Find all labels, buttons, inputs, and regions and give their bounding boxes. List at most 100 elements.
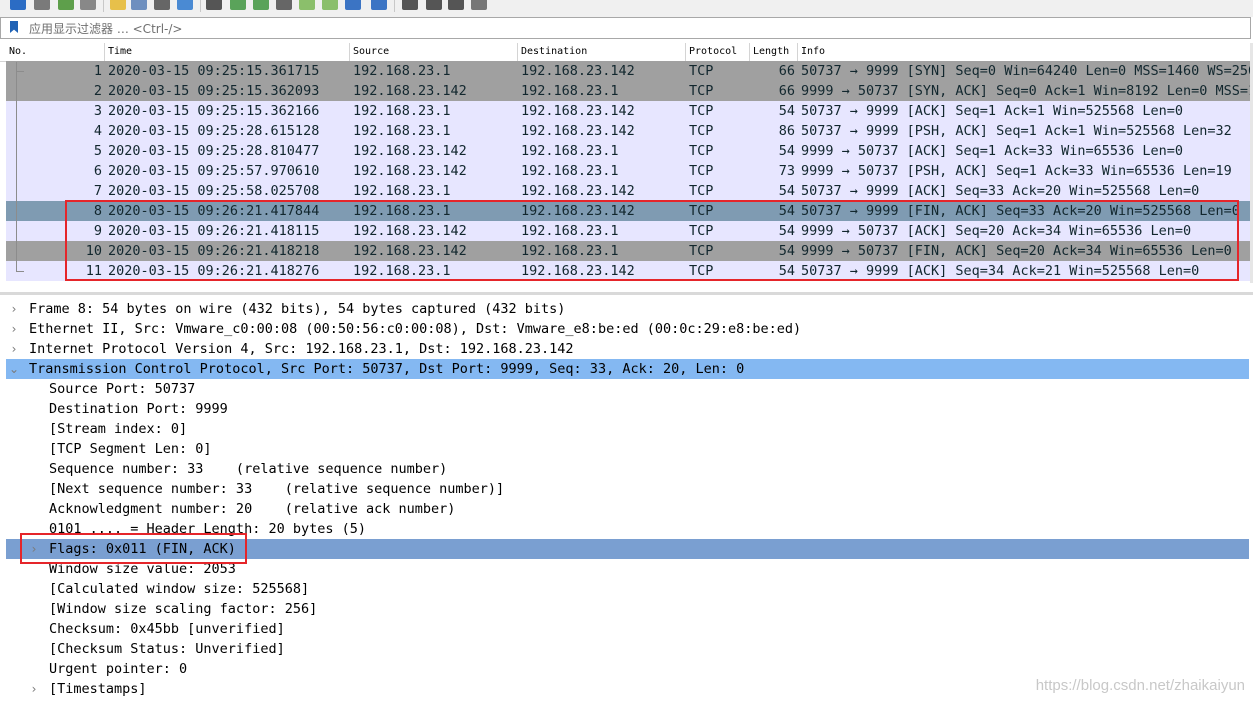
packet-row[interactable]: 9 2020-03-15 09:26:21.418115 192.168.23.14… (6, 221, 1250, 241)
packet-info: 9999 → 50737 [ACK] Seq=1 Ack=33 Win=6553… (801, 143, 1184, 159)
column-header-destination[interactable]: Destination (518, 43, 686, 61)
resize-columns-icon[interactable] (471, 0, 487, 10)
normal-size-icon[interactable] (448, 0, 464, 10)
detail-row[interactable]: Window size value: 2053 (6, 559, 1249, 579)
detail-row[interactable]: ⌄ Transmission Control Protocol, Src Port… (6, 359, 1249, 379)
conversation-bracket-start (16, 71, 24, 72)
detail-row[interactable]: [Checksum Status: Unverified] (6, 639, 1249, 659)
collapse-arrow-icon[interactable]: ⌄ (8, 359, 20, 379)
detail-row[interactable]: Acknowledgment number: 20 (relative ack … (6, 499, 1249, 519)
packet-no: 4 (93, 123, 102, 139)
go-last-icon[interactable] (322, 0, 338, 10)
detail-row[interactable]: [TCP Segment Len: 0] (6, 439, 1249, 459)
packet-row[interactable]: 4 2020-03-15 09:25:28.615128 192.168.23.1 1… (6, 121, 1250, 141)
detail-row[interactable]: Sequence number: 33 (relative sequence n… (6, 459, 1249, 479)
find-packet-icon[interactable] (206, 0, 222, 10)
shark-fin-start-icon[interactable] (10, 0, 26, 10)
reload-icon[interactable] (177, 0, 193, 10)
go-back-icon[interactable] (230, 0, 246, 10)
packet-row[interactable]: 7 2020-03-15 09:25:58.025708 192.168.23.1 1… (6, 181, 1250, 201)
close-file-icon[interactable] (154, 0, 170, 10)
detail-row[interactable]: [Next sequence number: 33 (relative sequ… (6, 479, 1249, 499)
column-header-time[interactable]: Time (105, 43, 350, 61)
detail-text: 0101 .... = Header Length: 20 bytes (5) (49, 521, 366, 537)
packet-time: 2020-03-15 09:25:15.362093 (108, 83, 320, 99)
detail-text: Source Port: 50737 (49, 381, 196, 397)
packet-list[interactable]: 1 2020-03-15 09:25:15.361715 192.168.23.1 1… (6, 61, 1250, 281)
open-file-icon[interactable] (110, 0, 126, 10)
colorize-icon[interactable] (371, 0, 387, 10)
restart-capture-icon[interactable] (58, 0, 74, 10)
go-first-icon[interactable] (299, 0, 315, 10)
packet-length: 54 (778, 203, 795, 219)
packet-length: 66 (778, 83, 795, 99)
packet-row[interactable]: 11 2020-03-15 09:26:21.418276 192.168.23.1… (6, 261, 1250, 281)
packet-row[interactable]: 3 2020-03-15 09:25:15.362166 192.168.23.1 1… (6, 101, 1250, 121)
save-file-icon[interactable] (131, 0, 147, 10)
expand-arrow-icon[interactable]: › (8, 339, 20, 359)
packet-time: 2020-03-15 09:25:15.362166 (108, 103, 320, 119)
detail-row[interactable]: Checksum: 0x45bb [unverified] (6, 619, 1249, 639)
detail-text: [Stream index: 0] (49, 421, 188, 437)
detail-row[interactable]: Urgent pointer: 0 (6, 659, 1249, 679)
expand-arrow-icon[interactable]: › (8, 299, 20, 319)
packet-info: 9999 → 50737 [SYN, ACK] Seq=0 Ack=1 Win=… (801, 83, 1250, 99)
go-forward-icon[interactable] (253, 0, 269, 10)
detail-text: Checksum: 0x45bb [unverified] (49, 621, 285, 637)
display-filter-bar[interactable]: 应用显示过滤器 … <Ctrl-/> (0, 17, 1251, 39)
detail-row[interactable]: › Internet Protocol Version 4, Src: 192.1… (6, 339, 1249, 359)
detail-row[interactable]: 0101 .... = Header Length: 20 bytes (5) (6, 519, 1249, 539)
detail-text: [Calculated window size: 525568] (49, 581, 310, 597)
packet-time: 2020-03-15 09:26:21.418115 (108, 223, 320, 239)
go-to-packet-icon[interactable] (276, 0, 292, 10)
autoscroll-icon[interactable] (345, 0, 361, 10)
packet-no: 10 (85, 243, 102, 259)
packet-source: 192.168.23.1 (353, 123, 451, 139)
stop-capture-icon[interactable] (34, 0, 50, 10)
zoom-out-icon[interactable] (426, 0, 442, 10)
bookmark-icon[interactable] (10, 21, 18, 33)
packet-row[interactable]: 6 2020-03-15 09:25:57.970610 192.168.23.14… (6, 161, 1250, 181)
packet-row[interactable]: 10 2020-03-15 09:26:21.418218 192.168.23.1… (6, 241, 1250, 261)
zoom-in-icon[interactable] (402, 0, 418, 10)
toolbar-separator (394, 0, 395, 12)
pane-splitter[interactable] (0, 292, 1253, 295)
options-icon[interactable] (80, 0, 96, 10)
column-header-protocol[interactable]: Protocol (686, 43, 750, 61)
detail-row[interactable]: › Flags: 0x011 (FIN, ACK) (6, 539, 1249, 559)
packet-destination: 192.168.23.142 (521, 263, 635, 279)
display-filter-input[interactable]: 应用显示过滤器 … <Ctrl-/> (29, 20, 182, 37)
detail-text: Internet Protocol Version 4, Src: 192.16… (29, 341, 574, 357)
packet-time: 2020-03-15 09:26:21.418218 (108, 243, 320, 259)
detail-row[interactable]: Destination Port: 9999 (6, 399, 1249, 419)
detail-row[interactable]: › Ethernet II, Src: Vmware_c0:00:08 (00:5… (6, 319, 1249, 339)
column-header-length[interactable]: Length (750, 43, 798, 61)
detail-text: [Checksum Status: Unverified] (49, 641, 285, 657)
column-header-info[interactable]: Info (798, 43, 1250, 61)
packet-destination: 192.168.23.1 (521, 83, 619, 99)
packet-length: 54 (778, 243, 795, 259)
packet-no: 3 (93, 103, 102, 119)
packet-row[interactable]: 5 2020-03-15 09:25:28.810477 192.168.23.14… (6, 141, 1250, 161)
packet-source: 192.168.23.142 (353, 83, 467, 99)
expand-arrow-icon[interactable]: › (28, 679, 40, 699)
packet-row[interactable]: 8 2020-03-15 09:26:21.417844 192.168.23.1 1… (6, 201, 1250, 221)
expand-arrow-icon[interactable]: › (28, 539, 40, 559)
packet-source: 192.168.23.1 (353, 263, 451, 279)
packet-row[interactable]: 1 2020-03-15 09:25:15.361715 192.168.23.1 1… (6, 61, 1250, 81)
detail-row[interactable]: [Window size scaling factor: 256] (6, 599, 1249, 619)
packet-row[interactable]: 2 2020-03-15 09:25:15.362093 192.168.23.14… (6, 81, 1250, 101)
detail-row[interactable]: [Stream index: 0] (6, 419, 1249, 439)
column-header-source[interactable]: Source (350, 43, 518, 61)
packet-length: 73 (778, 163, 795, 179)
column-header-no[interactable]: No. (6, 43, 105, 61)
detail-row[interactable]: [Calculated window size: 525568] (6, 579, 1249, 599)
packet-details-tree[interactable]: › Frame 8: 54 bytes on wire (432 bits), 5… (0, 299, 1249, 702)
detail-row[interactable]: › Frame 8: 54 bytes on wire (432 bits), 5… (6, 299, 1249, 319)
packet-destination: 192.168.23.142 (521, 183, 635, 199)
packet-destination: 192.168.23.142 (521, 63, 635, 79)
expand-arrow-icon[interactable]: › (8, 319, 20, 339)
detail-text: Ethernet II, Src: Vmware_c0:00:08 (00:50… (29, 321, 802, 337)
detail-row[interactable]: Source Port: 50737 (6, 379, 1249, 399)
detail-text: Flags: 0x011 (FIN, ACK) (49, 541, 236, 557)
